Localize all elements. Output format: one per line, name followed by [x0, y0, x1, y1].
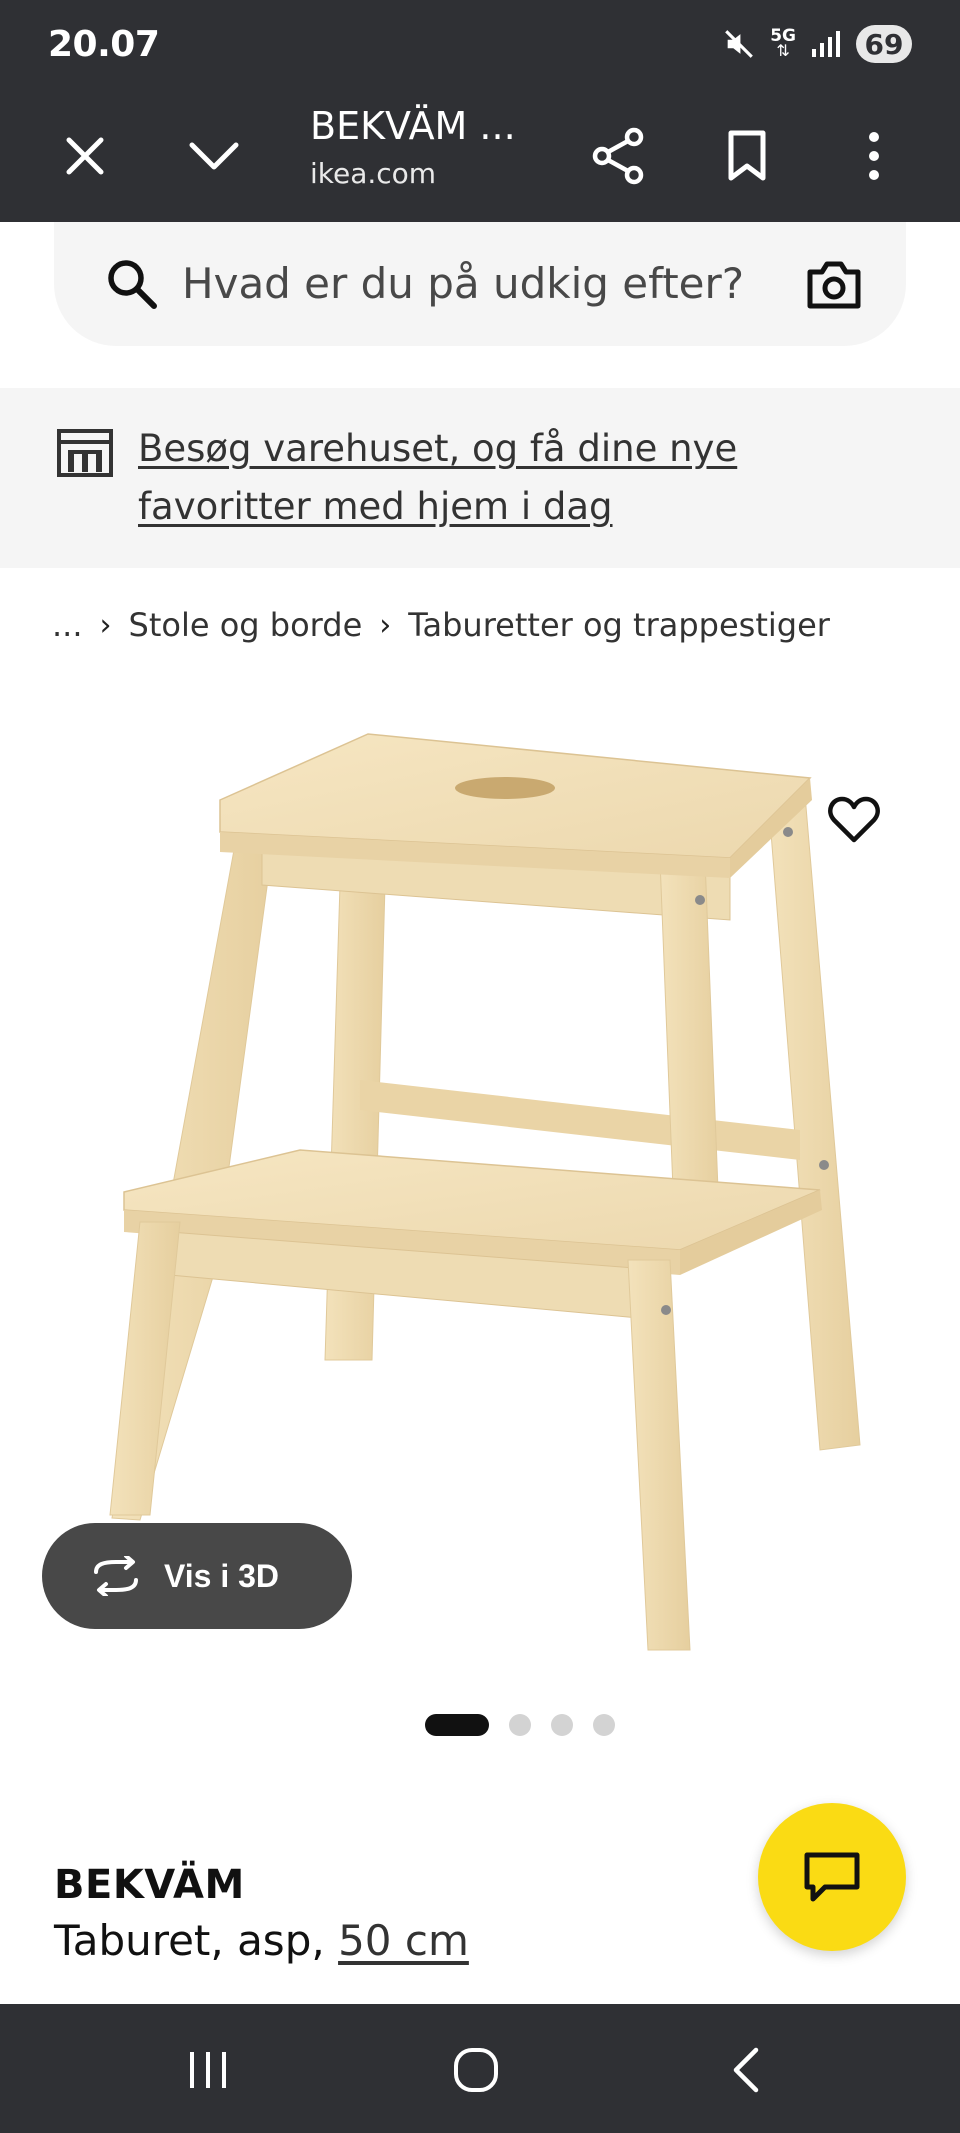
- minimize-button[interactable]: [170, 112, 258, 200]
- page-title-area[interactable]: BEKVÄM ... ikea.com: [310, 100, 560, 196]
- status-icons: 5G ⇅ 69: [722, 22, 912, 66]
- close-icon: [66, 137, 104, 175]
- signal-icon: [812, 31, 840, 57]
- page-domain: ikea.com: [310, 157, 437, 190]
- page-title: BEKVÄM ...: [310, 104, 516, 148]
- product-name: BEKVÄM: [54, 1862, 245, 1908]
- bookmark-button[interactable]: [703, 112, 791, 200]
- rotate-3d-icon: [94, 1556, 138, 1596]
- search-input[interactable]: Hvad er du på udkig efter?: [182, 222, 744, 346]
- recent-apps-icon: [190, 2052, 226, 2088]
- chat-button[interactable]: [758, 1803, 906, 1951]
- breadcrumb-item[interactable]: Taburetter og trappestiger: [408, 606, 830, 644]
- chevron-right-icon: ›: [99, 607, 112, 643]
- chevron-right-icon: ›: [379, 607, 392, 643]
- favorite-button[interactable]: [820, 786, 888, 854]
- view-in-3d-label: Vis i 3D: [164, 1557, 280, 1594]
- more-options-button[interactable]: [830, 112, 918, 200]
- carousel-dot[interactable]: [593, 1714, 615, 1736]
- system-navigation-bar: [0, 2004, 960, 2133]
- image-carousel-indicator: [0, 1712, 960, 1738]
- breadcrumb: ... › Stole og borde › Taburetter og tra…: [52, 600, 830, 650]
- network-5g-icon: 5G ⇅: [770, 26, 796, 60]
- network-label: 5G: [770, 26, 796, 46]
- search-bar[interactable]: Hvad er du på udkig efter?: [54, 222, 906, 346]
- product-description-text: Taburet, asp,: [54, 1916, 339, 1965]
- home-button[interactable]: [436, 2030, 516, 2110]
- chevron-down-icon: [189, 142, 239, 170]
- mute-icon: [725, 30, 754, 58]
- store-banner[interactable]: Besøg varehuset, og få dine nye favoritt…: [0, 388, 960, 568]
- heart-icon: [828, 796, 880, 843]
- home-icon: [454, 2048, 498, 2092]
- product-description: Taburet, asp, 50 cm: [54, 1916, 469, 1965]
- back-icon: [733, 2047, 759, 2093]
- carousel-dot-active[interactable]: [425, 1714, 489, 1736]
- close-tab-button[interactable]: [41, 112, 129, 200]
- store-icon: [57, 429, 113, 477]
- share-button[interactable]: [575, 112, 663, 200]
- browser-toolbar: BEKVÄM ... ikea.com: [0, 90, 960, 222]
- search-icon: [108, 260, 157, 309]
- carousel-dot[interactable]: [551, 1714, 573, 1736]
- status-bar: 20.07 5G ⇅ 69: [0, 0, 960, 90]
- recent-apps-button[interactable]: [168, 2030, 248, 2110]
- carousel-dot[interactable]: [509, 1714, 531, 1736]
- breadcrumb-ellipsis[interactable]: ...: [52, 606, 83, 644]
- back-button[interactable]: [705, 2030, 785, 2110]
- camera-icon[interactable]: [804, 256, 864, 312]
- breadcrumb-item[interactable]: Stole og borde: [129, 606, 363, 644]
- product-size-link[interactable]: 50 cm: [338, 1916, 469, 1965]
- status-time: 20.07: [48, 24, 160, 65]
- chat-icon: [804, 1852, 860, 1902]
- view-in-3d-button[interactable]: Vis i 3D: [42, 1523, 352, 1629]
- battery-indicator: 69: [856, 25, 912, 63]
- store-banner-link[interactable]: Besøg varehuset, og få dine nye favoritt…: [138, 420, 918, 536]
- more-vert-icon: [869, 132, 879, 180]
- share-icon: [592, 127, 644, 185]
- bookmark-icon: [728, 130, 766, 181]
